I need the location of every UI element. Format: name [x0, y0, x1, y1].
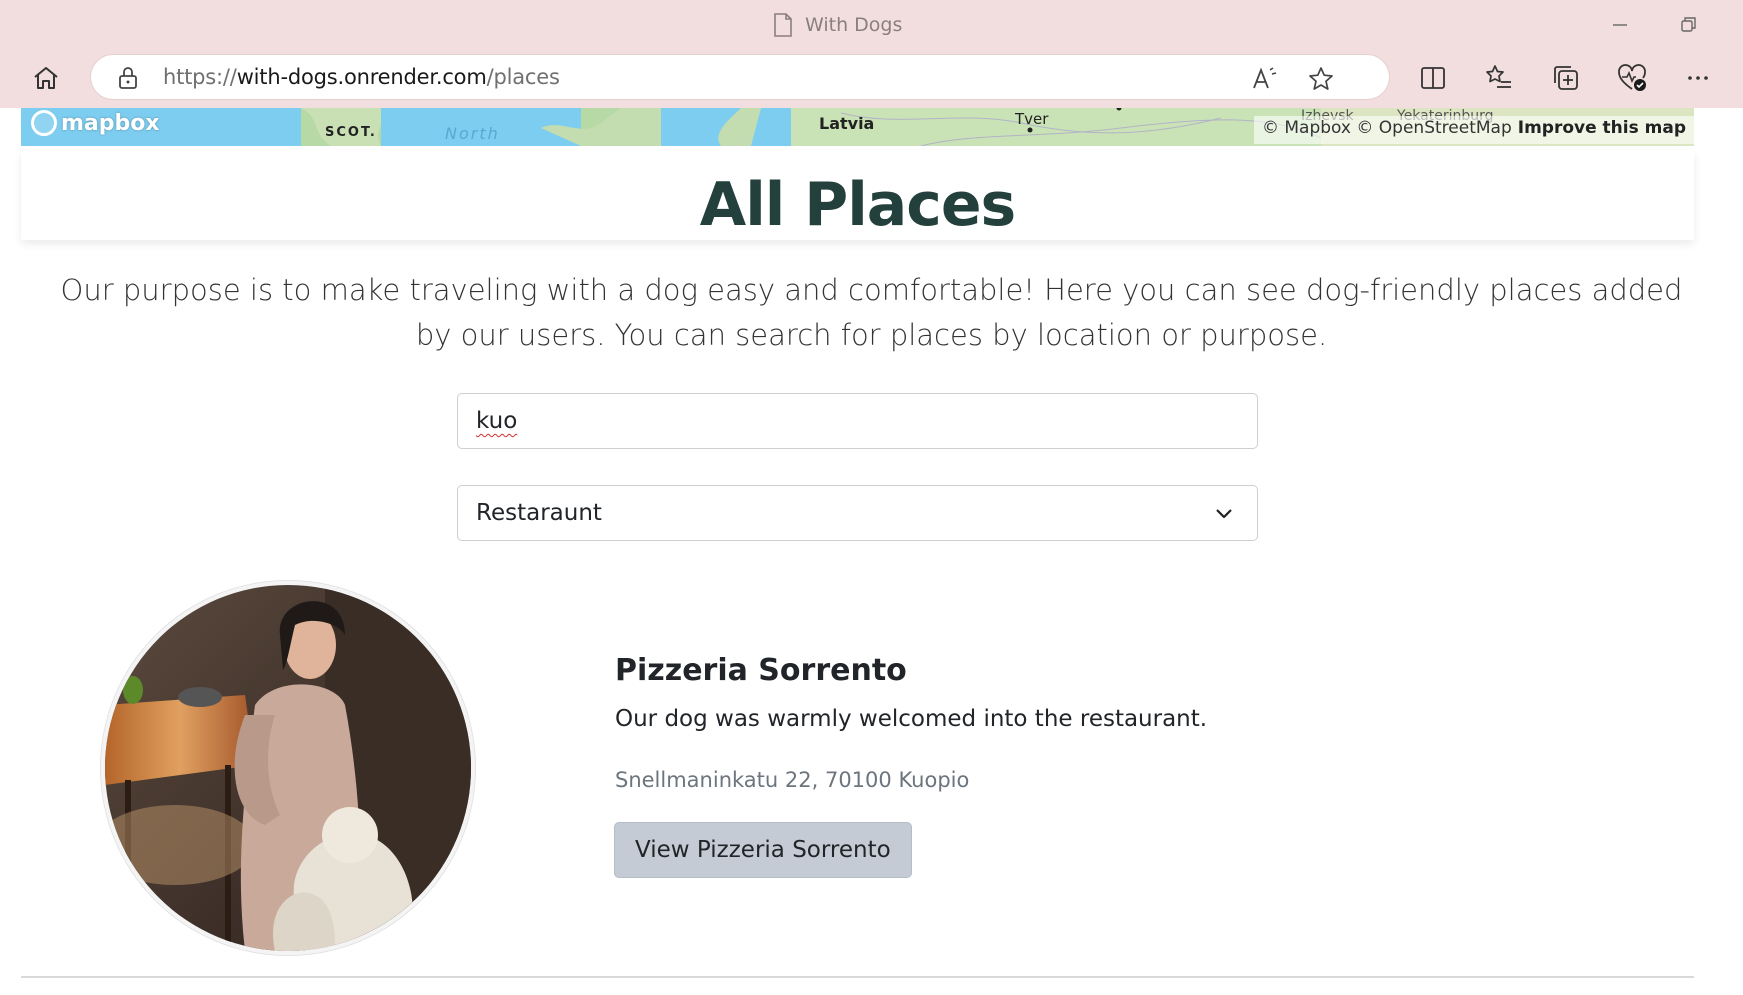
collections-icon[interactable] [1550, 62, 1582, 94]
view-place-button[interactable]: View Pizzeria Sorrento [614, 822, 912, 878]
intro-text: Our purpose is to make traveling with a … [60, 273, 1683, 352]
minimize-icon[interactable] [1605, 10, 1635, 40]
tab-title-text: With Dogs [805, 14, 903, 36]
split-screen-icon[interactable] [1417, 62, 1449, 94]
page-title: All Places [699, 170, 1016, 240]
place-address: Snellmaninkatu 22, 70100 Kuopio [615, 768, 970, 792]
page-icon [774, 13, 792, 37]
url-text[interactable]: https://with-dogs.onrender.com/places [163, 65, 560, 89]
favorites-list-icon[interactable] [1483, 62, 1515, 94]
place-photo-image [105, 585, 471, 951]
url-path: /places [486, 65, 560, 89]
chevron-down-icon [1216, 509, 1232, 519]
map-label-latvia: Latvia [819, 114, 875, 133]
window-title: With Dogs [773, 12, 902, 38]
page-content: mapbox SCOT. North Latvia Tver Izhevsk Y… [0, 108, 1743, 995]
map-label-north: North [445, 124, 500, 143]
place-photo [101, 581, 475, 955]
map-attribution: © Mapbox © OpenStreetMap Improve this map [1253, 116, 1694, 144]
place-name: Pizzeria Sorrento [615, 653, 907, 688]
lock-icon[interactable] [117, 66, 139, 90]
browser-essentials-icon[interactable] [1616, 62, 1648, 94]
map[interactable]: mapbox SCOT. North Latvia Tver Izhevsk Y… [21, 108, 1694, 146]
url-host: with-dogs.onrender.com [236, 65, 487, 89]
title-card: All Places [21, 150, 1694, 240]
more-icon[interactable] [1682, 62, 1714, 94]
browser-titlebar: With Dogs [0, 0, 1743, 48]
favorite-star-icon[interactable] [1307, 65, 1335, 93]
search-input-value: kuo [476, 408, 518, 434]
address-bar[interactable]: https://with-dogs.onrender.com/places [90, 54, 1390, 100]
purpose-select-value: Restaraunt [476, 500, 602, 526]
map-label-tver: Tver [1015, 110, 1049, 128]
search-input[interactable]: kuo [457, 393, 1258, 449]
mapbox-logo-text: mapbox [61, 110, 160, 136]
mapbox-logo[interactable]: mapbox [31, 110, 160, 136]
purpose-select[interactable]: Restaraunt [457, 485, 1258, 541]
divider [21, 976, 1694, 978]
url-prefix: https:// [163, 65, 237, 89]
attribution-text[interactable]: © Mapbox © OpenStreetMap [1262, 118, 1512, 138]
read-aloud-icon[interactable] [1251, 65, 1279, 93]
place-description: Our dog was warmly welcomed into the res… [615, 706, 1208, 732]
restore-icon[interactable] [1673, 10, 1703, 40]
browser-toolbar: https://with-dogs.onrender.com/places [0, 48, 1743, 108]
map-label-scotland: SCOT. [325, 125, 377, 140]
improve-map-link[interactable]: Improve this map [1518, 118, 1686, 138]
mapbox-logo-icon [31, 110, 57, 136]
home-icon[interactable] [30, 62, 62, 94]
